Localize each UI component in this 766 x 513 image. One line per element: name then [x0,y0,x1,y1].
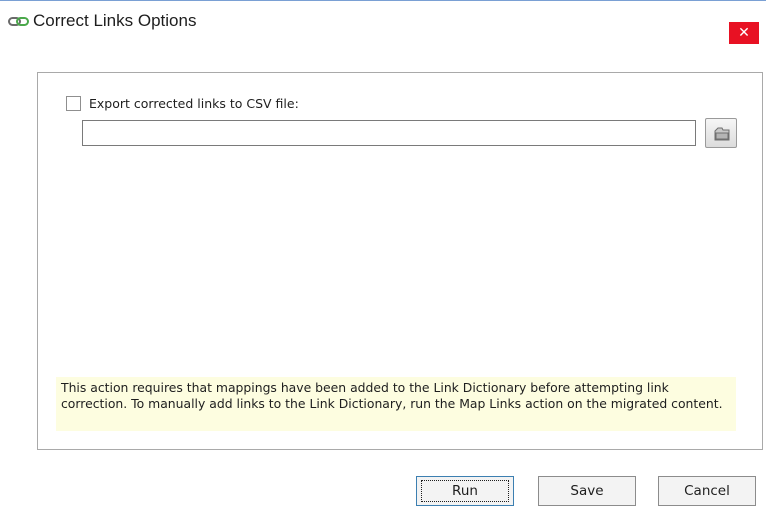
options-panel: Export corrected links to CSV file: This… [37,72,763,450]
correct-links-options-dialog: Correct Links Options ✕ Export corrected… [0,0,766,513]
csv-path-input[interactable] [82,120,696,146]
run-button-label: Run [421,480,509,502]
link-chain-icon [8,14,30,28]
export-csv-checkbox[interactable] [66,95,81,111]
info-message: This action requires that mappings have … [56,377,736,431]
title-bar: Correct Links Options ✕ [0,1,766,44]
cancel-button[interactable]: Cancel [658,476,756,506]
export-csv-label: Export corrected links to CSV file: [89,95,299,111]
save-button[interactable]: Save [538,476,636,506]
close-button[interactable]: ✕ [729,22,759,44]
browse-button[interactable] [705,118,737,148]
run-button[interactable]: Run [416,476,514,506]
dialog-title: Correct Links Options [33,11,197,30]
export-csv-row: Export corrected links to CSV file: [66,94,299,112]
